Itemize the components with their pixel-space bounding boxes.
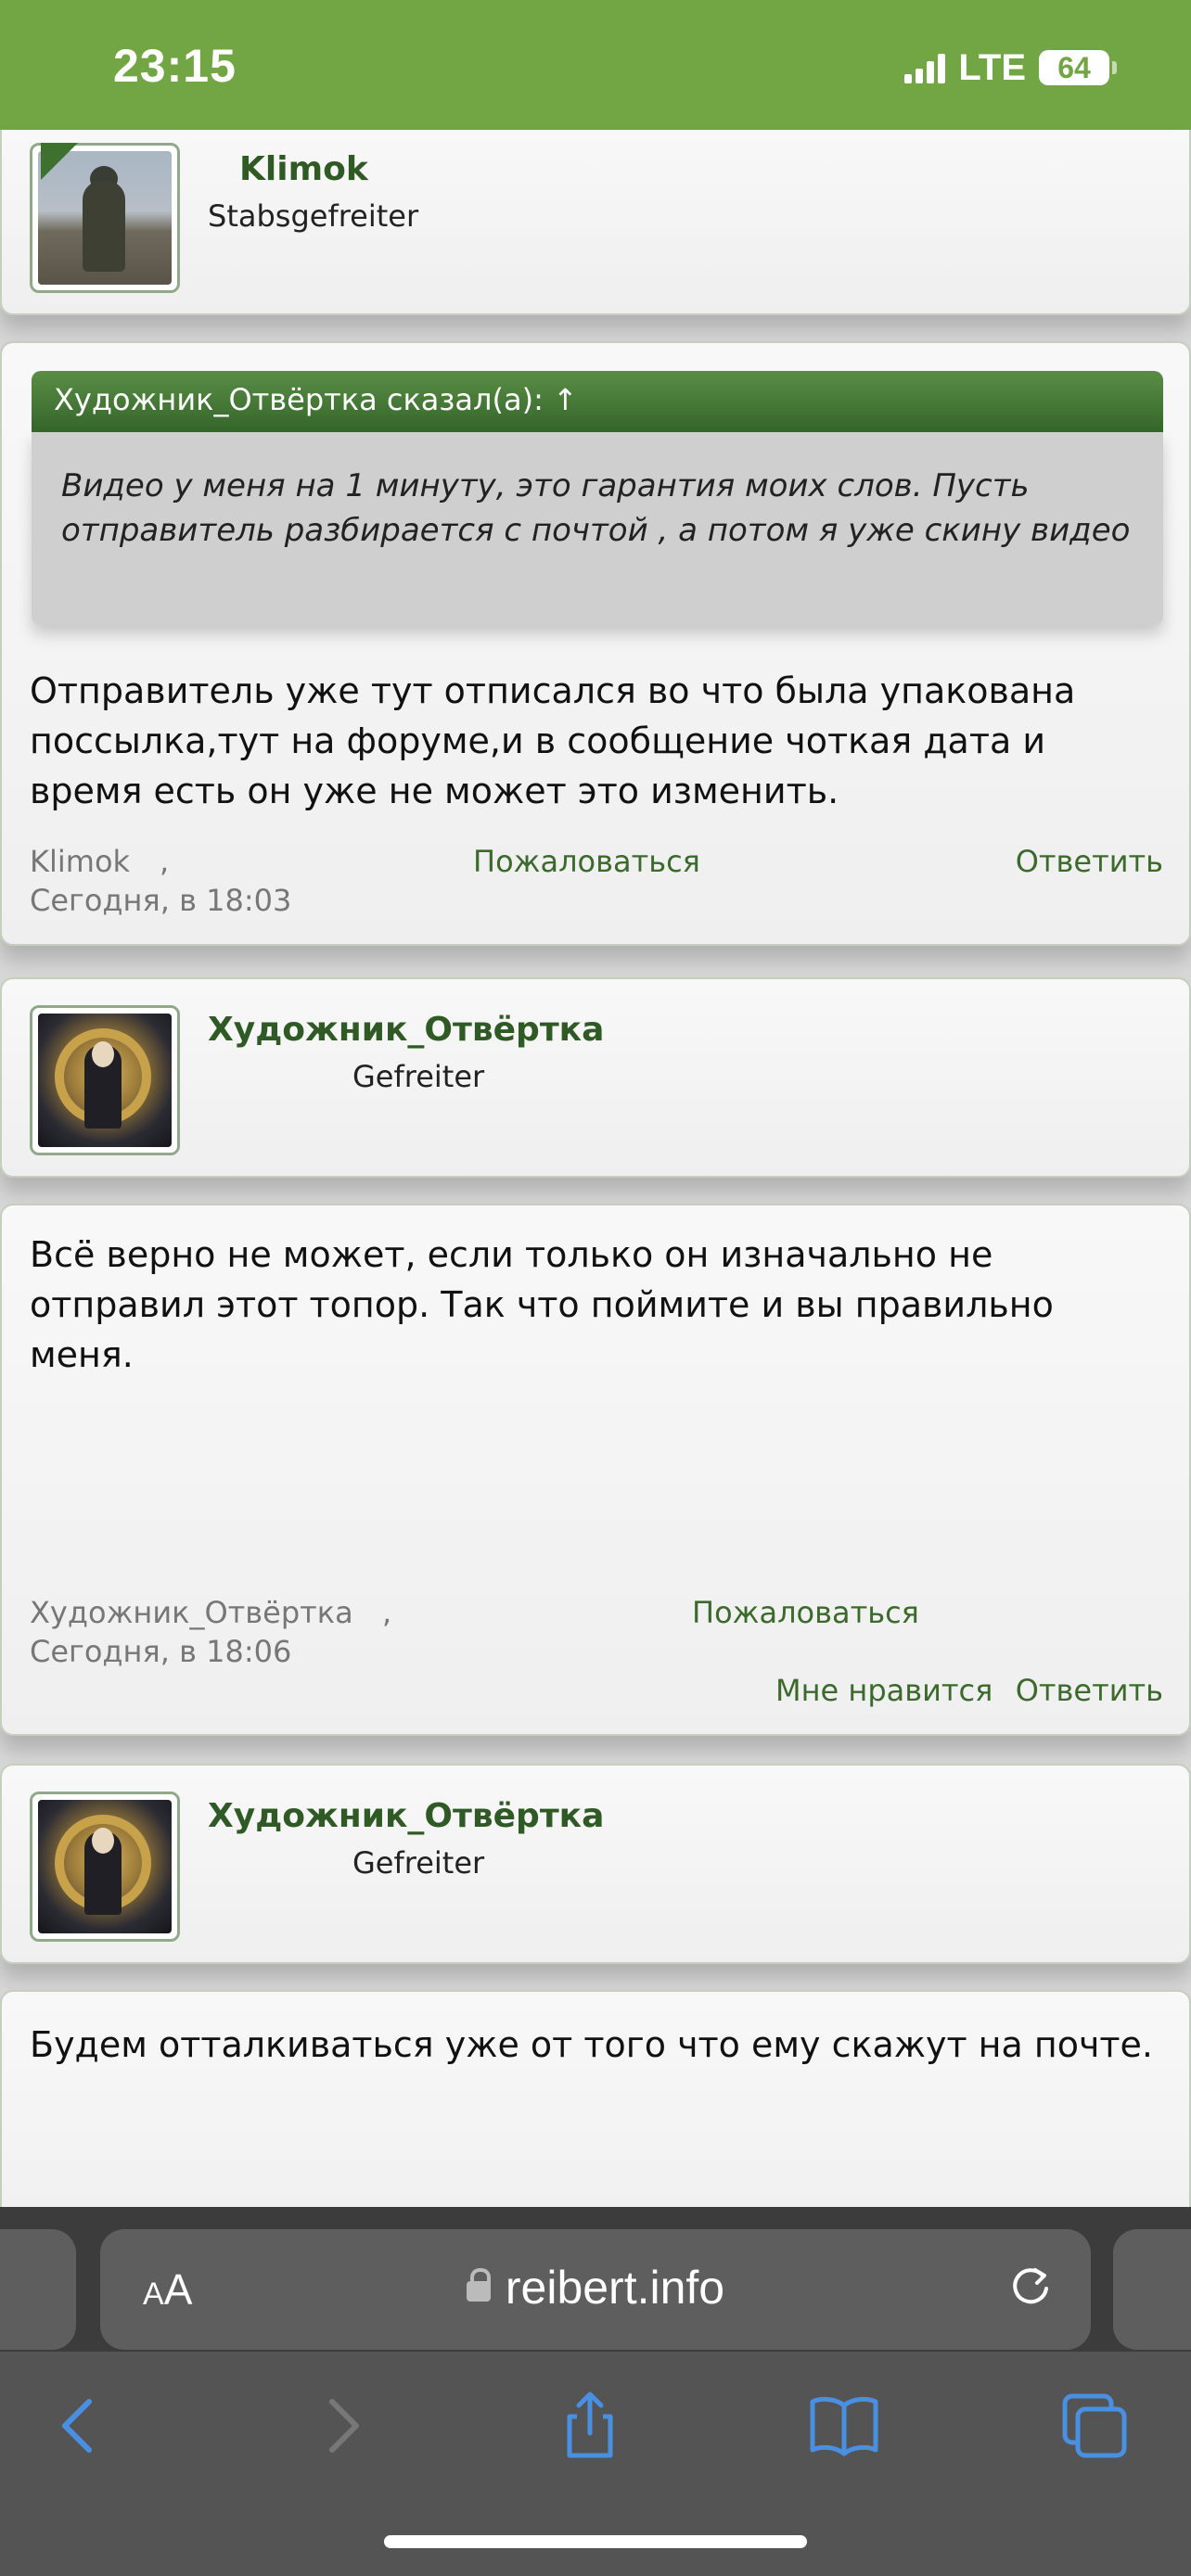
- back-icon[interactable]: [45, 2389, 119, 2463]
- bookmarks-icon[interactable]: [807, 2389, 881, 2463]
- reload-icon[interactable]: [1007, 2263, 1054, 2309]
- post-author[interactable]: Klimok: [30, 844, 130, 879]
- browser-address-bar: AA reibert.info: [0, 2207, 1191, 2352]
- avatar[interactable]: [30, 1005, 180, 1155]
- quote-block: Художник_Отвёртка сказал(а): ↑ Видео у м…: [32, 371, 1163, 625]
- username[interactable]: Klimok: [239, 150, 368, 188]
- home-indicator[interactable]: [384, 2535, 807, 2548]
- battery-level: 64: [1057, 50, 1091, 84]
- status-bar: 23:15 LTE 64: [0, 0, 1191, 130]
- online-flag-icon: [41, 143, 78, 180]
- meta-separator: ,: [382, 1595, 392, 1630]
- forward-icon[interactable]: [302, 2389, 377, 2463]
- url-text: reibert.info: [505, 2262, 725, 2314]
- author-card: Художник_Отвёртка Gefreiter: [0, 1764, 1191, 1964]
- report-link[interactable]: Пожаловаться: [692, 1595, 919, 1630]
- post-date[interactable]: Сегодня, в 18:06: [30, 1634, 291, 1669]
- signal-icon: [904, 52, 946, 83]
- user-rank: Gefreiter: [352, 1059, 485, 1094]
- lock-icon: [466, 2268, 491, 2302]
- tabs-icon[interactable]: [1057, 2389, 1132, 2463]
- battery-icon: 64: [1039, 50, 1117, 85]
- quote-header[interactable]: Художник_Отвёртка сказал(а): ↑: [32, 371, 1163, 432]
- avatar[interactable]: [30, 1792, 180, 1942]
- reply-link[interactable]: Ответить: [1016, 844, 1163, 879]
- avatar-image: [38, 1800, 172, 1933]
- avatar-image: [38, 1014, 172, 1147]
- url-field[interactable]: AA reibert.info: [100, 2229, 1091, 2350]
- post-author[interactable]: Художник_Отвёртка: [30, 1595, 353, 1630]
- quote-text: Видео у меня на 1 минуту, это гарантия м…: [32, 432, 1163, 625]
- post-text: Будем отталкиваться уже от того что ему …: [30, 2024, 1154, 2065]
- meta-separator: ,: [160, 844, 170, 879]
- report-link[interactable]: Пожаловаться: [473, 844, 700, 879]
- like-link[interactable]: Мне нравится: [775, 1673, 992, 1708]
- network-type: LTE: [958, 46, 1026, 88]
- post-text: Отправитель уже тут отписался во что был…: [30, 670, 1076, 811]
- username[interactable]: Художник_Отвёртка: [208, 1011, 604, 1049]
- author-card: Klimok Stabsgefreiter: [0, 130, 1191, 315]
- url-display[interactable]: reibert.info: [100, 2261, 1091, 2315]
- author-card: Художник_Отвёртка Gefreiter: [0, 977, 1191, 1178]
- post-date[interactable]: Сегодня, в 18:03: [30, 883, 291, 918]
- status-indicators: LTE 64: [904, 46, 1117, 89]
- post-text: Всё верно не может, если только он изнач…: [30, 1234, 1054, 1375]
- post: Художник_Отвёртка сказал(а): ↑ Видео у м…: [0, 341, 1191, 946]
- user-rank: Gefreiter: [352, 1845, 485, 1881]
- status-time: 23:15: [113, 40, 237, 92]
- share-icon[interactable]: [553, 2389, 627, 2463]
- post: Всё верно не может, если только он изнач…: [0, 1204, 1191, 1736]
- reply-link[interactable]: Ответить: [1016, 1673, 1163, 1708]
- user-rank: Stabsgefreiter: [208, 198, 419, 234]
- previous-tab-preview[interactable]: [0, 2229, 76, 2350]
- next-tab-preview[interactable]: [1113, 2229, 1191, 2350]
- username[interactable]: Художник_Отвёртка: [208, 1797, 604, 1835]
